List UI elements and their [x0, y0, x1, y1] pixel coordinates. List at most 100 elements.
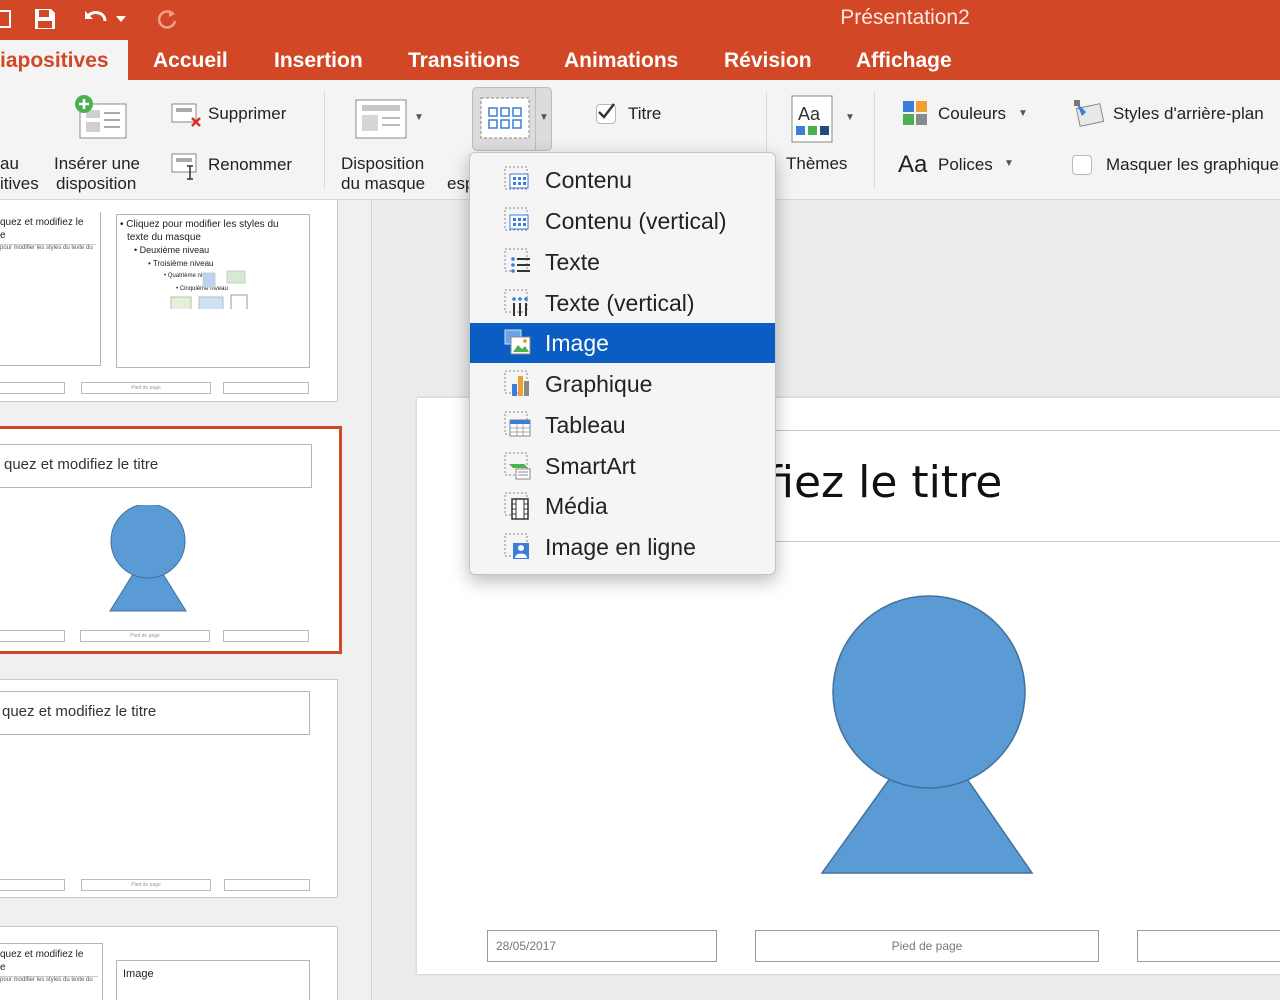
rename-icon[interactable]: [170, 150, 202, 185]
menu-item-text-vertical[interactable]: Texte (vertical): [470, 283, 775, 323]
master-layout-label-1[interactable]: Disposition: [341, 154, 424, 174]
content-vertical-icon: [504, 207, 529, 231]
thumb-footer-date: [0, 630, 65, 642]
slide-shape[interactable]: [819, 594, 1039, 884]
slide-footer-placeholder[interactable]: Pied de page: [755, 930, 1099, 962]
thumb-footer-number: [223, 630, 309, 642]
thumbnail-layout-title[interactable]: quez et modifiez le titre Pied de page: [0, 679, 338, 898]
themes-label[interactable]: Thèmes: [786, 154, 847, 174]
themes-dropdown-icon[interactable]: ▼: [845, 112, 855, 123]
thumb-left-title-2: e: [0, 962, 6, 973]
thumb-footer-number: [224, 879, 310, 891]
hide-graphics-checkbox[interactable]: [1072, 155, 1092, 175]
fonts-icon[interactable]: Aa: [898, 152, 927, 178]
thumb-footer-date: [0, 879, 65, 891]
text-icon: [504, 248, 530, 273]
thumb-left-slide: quez et modifiez le e pour modifier les …: [0, 212, 101, 366]
thumb-footer-text: Pied de page: [80, 630, 210, 642]
menu-item-media[interactable]: Média: [470, 486, 775, 526]
master-layout-label-2[interactable]: du masque: [341, 174, 425, 194]
menu-item-label: Contenu: [545, 167, 632, 193]
slide-date-placeholder[interactable]: 28/05/2017: [487, 930, 717, 962]
table-icon: [504, 411, 531, 437]
master-layout-dropdown-icon[interactable]: ▼: [414, 112, 424, 123]
menu-item-label: Texte: [545, 249, 600, 275]
thumb-bullet-1: • Cliquez pour modifier les styles du: [120, 219, 279, 230]
redo-icon[interactable]: [152, 4, 182, 34]
ribbon-separator: [324, 92, 325, 188]
menu-item-smartart[interactable]: SmartArt: [470, 446, 775, 486]
title-checkbox-label[interactable]: Titre: [628, 104, 661, 124]
ribbon-tabs: iapositives Accueil Insertion Transition…: [0, 40, 1280, 80]
thumb-left-tiny-text: pour modifier les styles du texte du: [0, 244, 96, 251]
tab-slide-master[interactable]: iapositives: [0, 40, 128, 80]
save-icon[interactable]: [30, 4, 60, 34]
title-placeholder[interactable]: ifiez le titre: [753, 430, 1280, 542]
thumb-content-icons: [170, 270, 248, 309]
menu-item-content-vertical[interactable]: Contenu (vertical): [470, 201, 775, 241]
master-layout-icon[interactable]: [354, 98, 408, 145]
insert-layout-label-2[interactable]: disposition: [56, 174, 136, 194]
menu-item-content[interactable]: Contenu: [470, 160, 775, 200]
smartart-icon: [504, 452, 531, 480]
quick-access-partial-icon[interactable]: [0, 4, 18, 34]
colors-icon[interactable]: [902, 100, 928, 131]
thumbnail-layout-content[interactable]: quez et modifiez le e pour modifier les …: [0, 200, 338, 402]
thumb-title-placeholder: quez et modifiez le titre: [0, 691, 310, 735]
thumb-shape: [109, 505, 187, 612]
text-vertical-icon: [504, 289, 528, 316]
themes-icon[interactable]: Aa: [790, 94, 836, 151]
background-styles-label[interactable]: Styles d'arrière-plan: [1113, 104, 1264, 124]
thumbnail-panel[interactable]: quez et modifiez le e pour modifier les …: [0, 200, 372, 1000]
chart-icon: [504, 370, 529, 396]
colors-dropdown-icon[interactable]: ▼: [1018, 108, 1028, 119]
background-styles-icon[interactable]: [1072, 98, 1106, 133]
tab-transitions[interactable]: Transitions: [408, 40, 520, 80]
thumb-footer-text: Pied de page: [81, 382, 211, 394]
insert-master-label-1[interactable]: au: [0, 154, 19, 174]
insert-layout-label-1[interactable]: Insérer une: [54, 154, 140, 174]
rename-label[interactable]: Renommer: [208, 155, 292, 175]
menu-item-label: Média: [545, 493, 608, 519]
thumbnail-layout-image[interactable]: quez et modifiez le titre Pied de page: [0, 426, 342, 654]
insert-placeholder-menu: Contenu Contenu (vertical) Texte Texte (…: [469, 152, 776, 575]
menu-item-label: Graphique: [545, 371, 653, 397]
content-icon: [504, 166, 529, 190]
tab-home[interactable]: Accueil: [153, 40, 228, 80]
colors-label[interactable]: Couleurs: [938, 104, 1006, 124]
thumb-left-title: quez et modifiez le: [0, 949, 84, 960]
thumb-left-slide: quez et modifiez le e pour modifier les …: [0, 943, 103, 1000]
fonts-label[interactable]: Polices: [938, 155, 993, 175]
media-icon: [504, 492, 529, 520]
thumb-left-title-2: e: [0, 230, 6, 241]
delete-label[interactable]: Supprimer: [208, 104, 286, 124]
thumb-image-placeholder: Image: [116, 960, 310, 1000]
slide-number-placeholder[interactable]: [1137, 930, 1280, 962]
insert-layout-icon[interactable]: [74, 94, 130, 147]
menu-item-chart[interactable]: Graphique: [470, 364, 775, 404]
fonts-dropdown-icon[interactable]: ▼: [1004, 158, 1014, 169]
undo-icon[interactable]: [82, 4, 112, 34]
menu-item-text[interactable]: Texte: [470, 242, 775, 282]
thumb-footer-text: Pied de page: [81, 879, 211, 891]
thumbnail-layout-picture-caption[interactable]: quez et modifiez le e pour modifier les …: [0, 926, 338, 1000]
hide-graphics-label[interactable]: Masquer les graphiques: [1106, 155, 1280, 175]
menu-item-online-image[interactable]: Image en ligne: [470, 527, 775, 567]
insert-master-label-2[interactable]: itives: [0, 174, 39, 194]
undo-dropdown-icon[interactable]: [114, 4, 128, 34]
delete-icon[interactable]: [170, 100, 202, 133]
menu-item-image[interactable]: Image: [470, 323, 775, 363]
image-icon: [504, 329, 531, 355]
menu-item-table[interactable]: Tableau: [470, 405, 775, 445]
menu-item-label: Image: [545, 330, 609, 356]
tab-animations[interactable]: Animations: [564, 40, 678, 80]
thumb-image-label: Image: [123, 968, 154, 980]
title-checkbox[interactable]: [596, 103, 616, 124]
window-title: Présentation2: [840, 6, 970, 29]
insert-placeholder-dropdown-icon[interactable]: ▼: [539, 112, 549, 123]
slide-title[interactable]: ifiez le titre: [754, 457, 1002, 508]
tab-insert[interactable]: Insertion: [274, 40, 363, 80]
tab-review[interactable]: Révision: [724, 40, 812, 80]
insert-placeholder-button[interactable]: ▼: [472, 87, 552, 151]
tab-view[interactable]: Affichage: [856, 40, 952, 80]
